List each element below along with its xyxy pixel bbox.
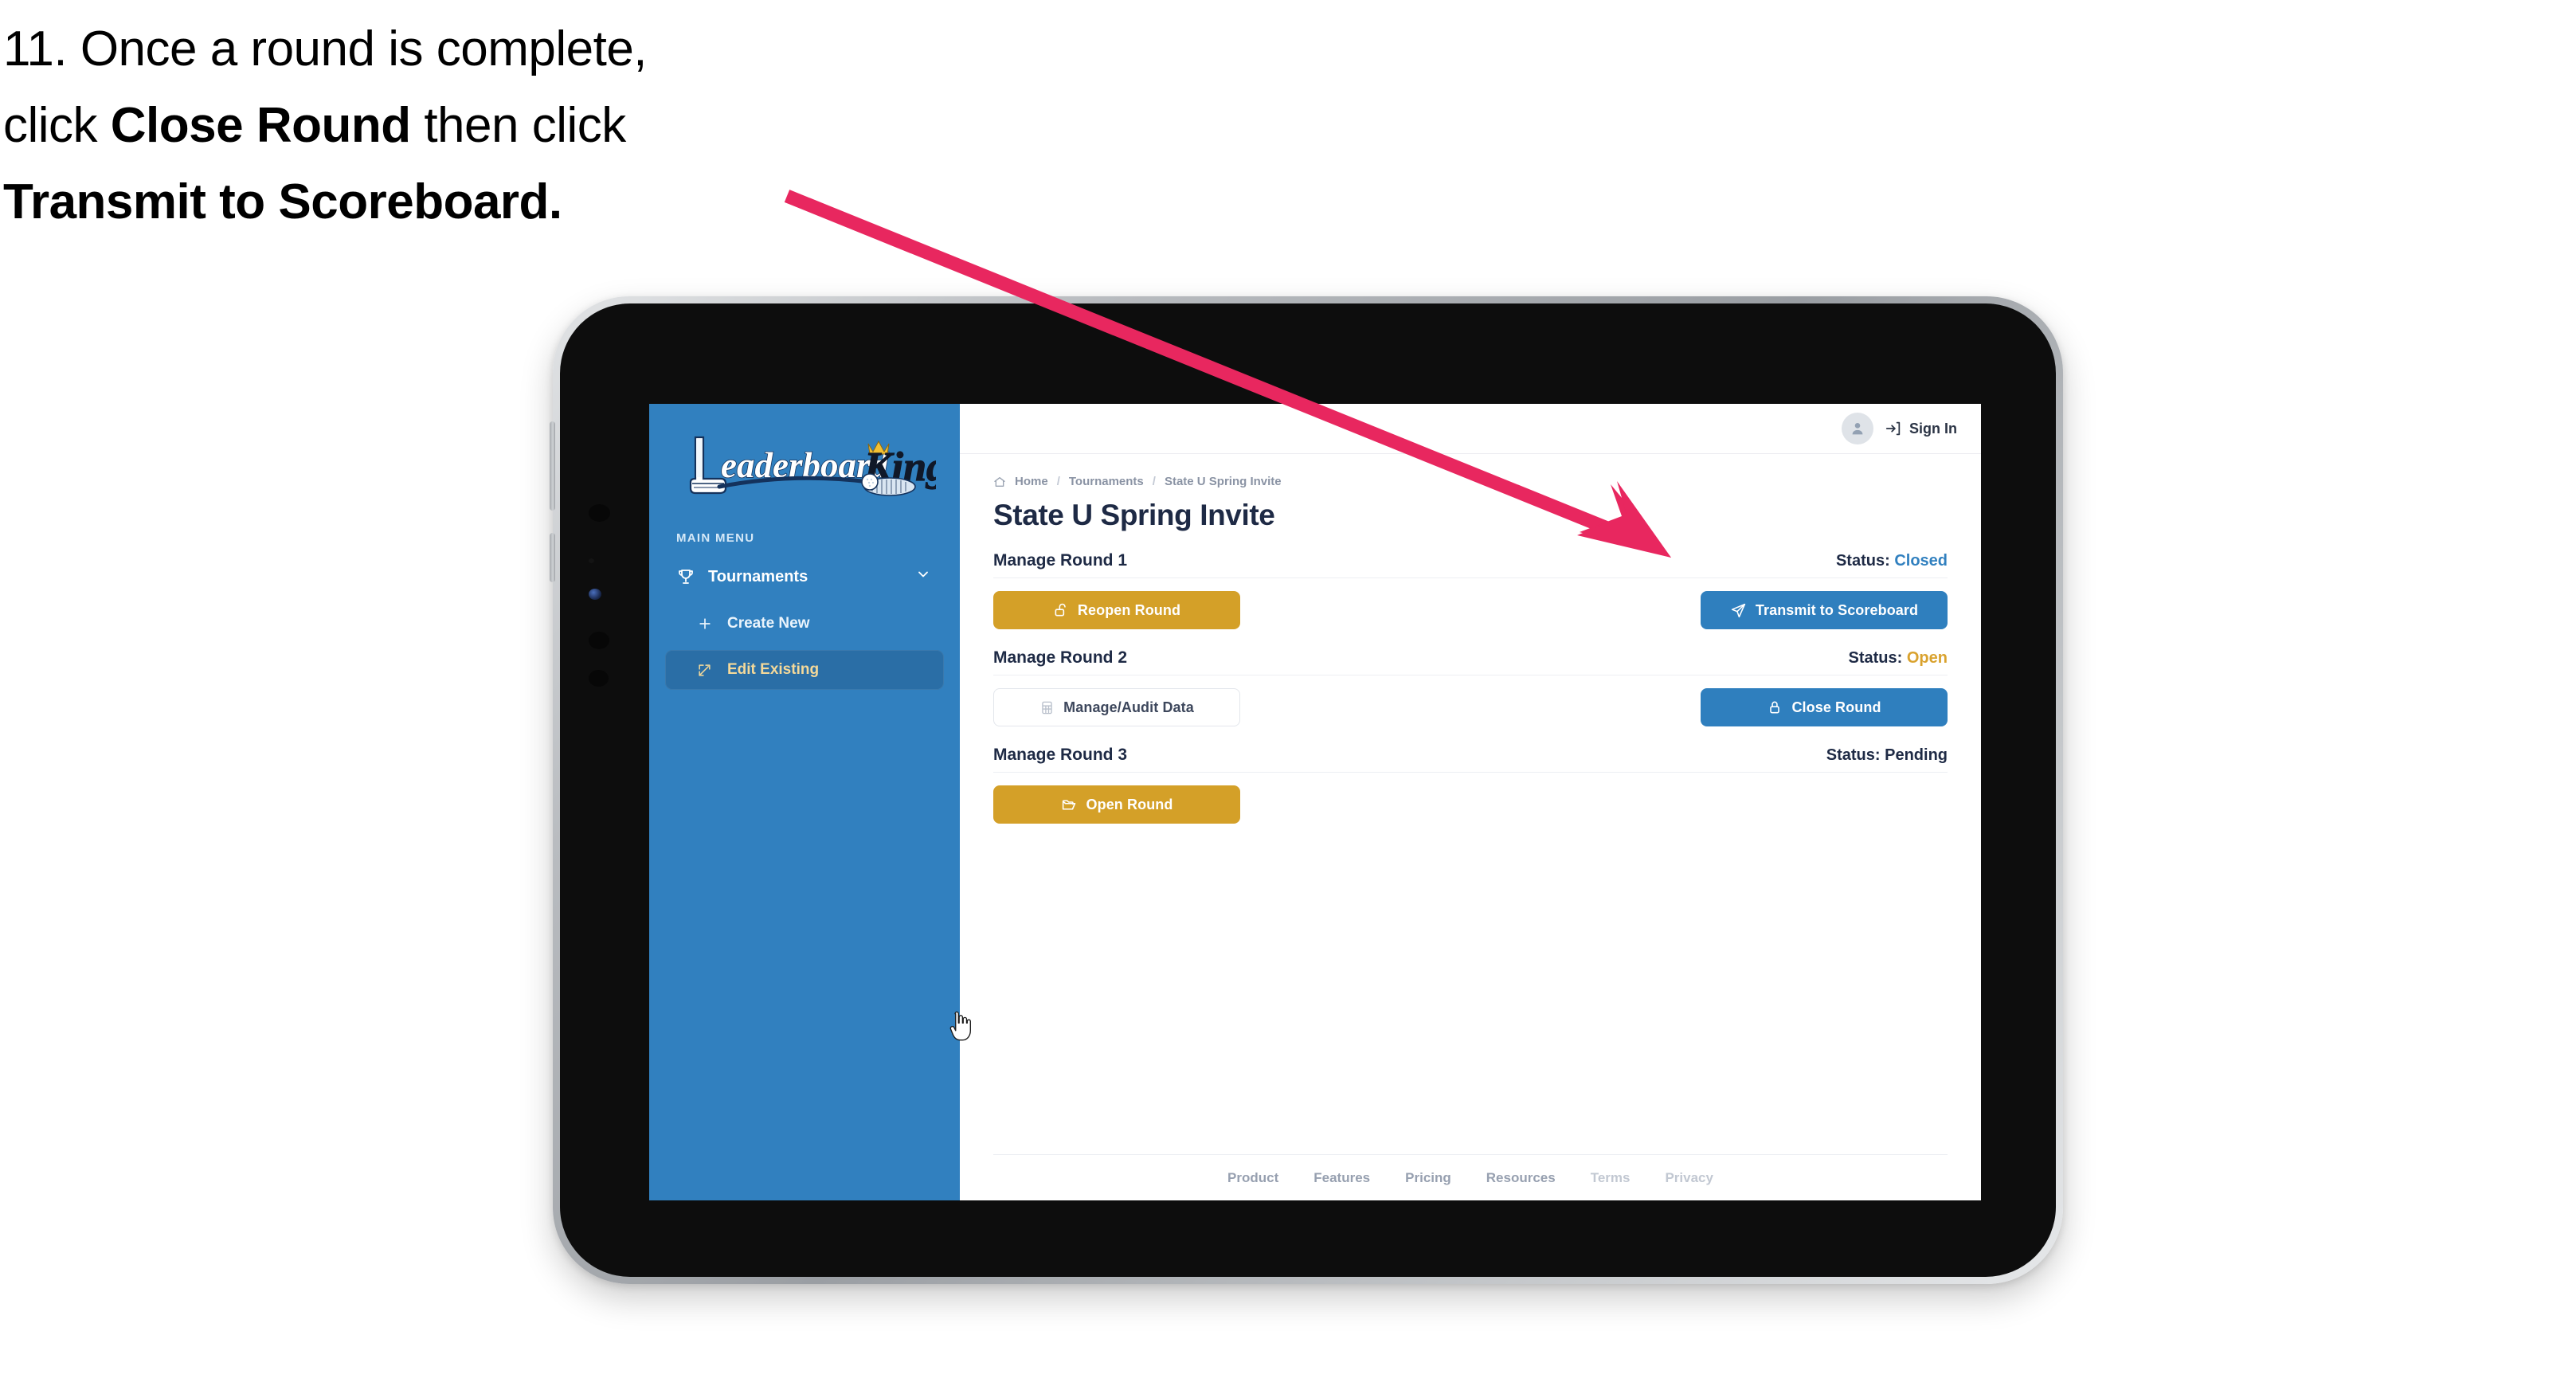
round-2-status-value: Open bbox=[1906, 649, 1948, 667]
transmit-to-scoreboard-button[interactable]: Transmit to Scoreboard bbox=[1701, 591, 1948, 629]
instruction-line-3: Transmit to Scoreboard. bbox=[3, 164, 863, 241]
breadcrumb: Home / Tournaments / State U Spring Invi… bbox=[993, 475, 1948, 488]
home-icon[interactable] bbox=[993, 476, 1006, 488]
plus-icon bbox=[697, 614, 719, 633]
footer-link-resources[interactable]: Resources bbox=[1486, 1170, 1556, 1186]
leaderboard-king-logo-icon: eaderboard King bbox=[689, 436, 936, 496]
breadcrumb-item-tournaments[interactable]: Tournaments bbox=[1069, 475, 1144, 488]
manage-audit-data-label: Manage/Audit Data bbox=[1063, 699, 1194, 715]
breadcrumb-separator: / bbox=[1152, 475, 1156, 488]
microphone-icon bbox=[589, 632, 609, 649]
main-content: Sign In Home / Tournaments / State U Spr… bbox=[960, 404, 1981, 1200]
sidebar-item-tournaments-label: Tournaments bbox=[708, 567, 808, 585]
transmit-to-scoreboard-label: Transmit to Scoreboard bbox=[1755, 601, 1919, 618]
sidebar-item-tournaments[interactable]: Tournaments bbox=[665, 556, 944, 597]
sidebar-section-label: MAIN MENU bbox=[676, 531, 755, 545]
unlock-icon bbox=[1053, 602, 1069, 618]
tablet-bezel: eaderboard King bbox=[550, 303, 2056, 1277]
front-camera-lens-icon bbox=[589, 589, 601, 600]
instruction-line-2: click Close Round then click bbox=[3, 88, 863, 164]
footer-link-terms[interactable]: Terms bbox=[1591, 1170, 1631, 1186]
open-round-button[interactable]: Open Round bbox=[993, 785, 1240, 824]
instruction-line-2-bold: Close Round bbox=[110, 98, 411, 154]
breadcrumb-separator: / bbox=[1056, 475, 1060, 488]
round-1-status: Status: Closed bbox=[1836, 552, 1948, 570]
screenshot-stage: 11. Once a round is complete, click Clos… bbox=[0, 0, 2576, 1386]
round-1-status-value: Closed bbox=[1894, 552, 1948, 570]
round-block-2: Manage Round 2 Status: Open Manage/Audit… bbox=[993, 648, 1948, 726]
round-2-name: Manage Round 2 bbox=[993, 648, 1128, 667]
round-3-status-value: Pending bbox=[1885, 746, 1948, 764]
sidebar: eaderboard King bbox=[649, 404, 960, 1200]
footer-links: Product Features Pricing Resources Terms… bbox=[993, 1154, 1948, 1200]
table-grid-icon bbox=[1039, 700, 1055, 715]
round-3-header: Manage Round 3 Status: Pending bbox=[993, 746, 1948, 773]
sidebar-item-create-new[interactable]: Create New bbox=[665, 604, 944, 644]
breadcrumb-item-home[interactable]: Home bbox=[1015, 475, 1048, 488]
round-2-status: Status: Open bbox=[1849, 649, 1948, 668]
breadcrumb-item-current: State U Spring Invite bbox=[1164, 475, 1282, 488]
sidebar-item-create-new-label: Create New bbox=[727, 615, 810, 632]
instruction-line-2-prefix: click bbox=[3, 98, 111, 154]
content-body: Home / Tournaments / State U Spring Invi… bbox=[960, 454, 1981, 1200]
close-round-label: Close Round bbox=[1791, 699, 1881, 715]
close-round-button[interactable]: Close Round bbox=[1701, 688, 1948, 726]
instruction-line-2-suffix: then click bbox=[410, 98, 626, 154]
user-avatar-icon bbox=[1852, 423, 1863, 435]
round-1-name: Manage Round 1 bbox=[993, 551, 1128, 570]
ambient-sensor-icon bbox=[589, 670, 609, 687]
manage-audit-data-button[interactable]: Manage/Audit Data bbox=[993, 688, 1240, 726]
tablet-volume-button[interactable] bbox=[550, 421, 555, 511]
tablet-screen: eaderboard King bbox=[649, 404, 1981, 1200]
round-block-3: Manage Round 3 Status: Pending Open Roun… bbox=[993, 746, 1948, 824]
round-2-actions: Manage/Audit Data Close Round bbox=[993, 688, 1948, 726]
lock-icon bbox=[1767, 699, 1783, 715]
top-bar: Sign In bbox=[960, 404, 1981, 454]
reopen-round-button[interactable]: Reopen Round bbox=[993, 591, 1240, 629]
sign-in-label: Sign In bbox=[1909, 420, 1957, 437]
instruction-line-1: 11. Once a round is complete, bbox=[3, 22, 648, 76]
round-3-name: Manage Round 3 bbox=[993, 746, 1128, 764]
chevron-down-icon[interactable] bbox=[915, 566, 931, 587]
sensor-dot-icon bbox=[589, 558, 594, 563]
brand-logo[interactable]: eaderboard King bbox=[649, 425, 960, 511]
open-folder-icon bbox=[1061, 797, 1078, 813]
edit-square-icon bbox=[697, 660, 719, 679]
round-3-status-label: Status: bbox=[1826, 746, 1881, 764]
footer-link-product[interactable]: Product bbox=[1227, 1170, 1278, 1186]
footer-link-pricing[interactable]: Pricing bbox=[1405, 1170, 1451, 1186]
trophy-icon bbox=[676, 566, 700, 587]
avatar[interactable] bbox=[1842, 413, 1873, 444]
round-2-header: Manage Round 2 Status: Open bbox=[993, 648, 1948, 675]
round-1-status-label: Status: bbox=[1835, 552, 1890, 570]
send-plane-icon bbox=[1730, 602, 1747, 619]
round-3-status: Status: Pending bbox=[1826, 746, 1948, 765]
sign-in-arrow-icon bbox=[1885, 421, 1901, 436]
footer-link-features[interactable]: Features bbox=[1313, 1170, 1370, 1186]
tablet-device-frame: eaderboard King bbox=[550, 296, 2063, 1284]
round-2-status-label: Status: bbox=[1848, 649, 1903, 667]
open-round-label: Open Round bbox=[1086, 796, 1173, 812]
camera-icon bbox=[589, 504, 610, 522]
page-title: State U Spring Invite bbox=[993, 499, 1275, 531]
round-1-header: Manage Round 1 Status: Closed bbox=[993, 551, 1948, 578]
tablet-power-button[interactable] bbox=[550, 533, 555, 582]
round-block-1: Manage Round 1 Status: Closed Reopen Rou… bbox=[993, 551, 1948, 629]
sign-in-button[interactable]: Sign In bbox=[1885, 420, 1957, 437]
round-1-actions: Reopen Round Transmit to Scoreboard bbox=[993, 591, 1948, 629]
instruction-caption: 11. Once a round is complete, click Clos… bbox=[3, 11, 863, 241]
sidebar-item-edit-existing-label: Edit Existing bbox=[727, 661, 820, 678]
footer-link-privacy[interactable]: Privacy bbox=[1665, 1170, 1713, 1186]
round-3-actions: Open Round bbox=[993, 785, 1948, 824]
reopen-round-label: Reopen Round bbox=[1077, 601, 1181, 618]
sidebar-item-edit-existing[interactable]: Edit Existing bbox=[665, 650, 944, 690]
instruction-line-3-bold: Transmit to Scoreboard. bbox=[3, 174, 562, 230]
